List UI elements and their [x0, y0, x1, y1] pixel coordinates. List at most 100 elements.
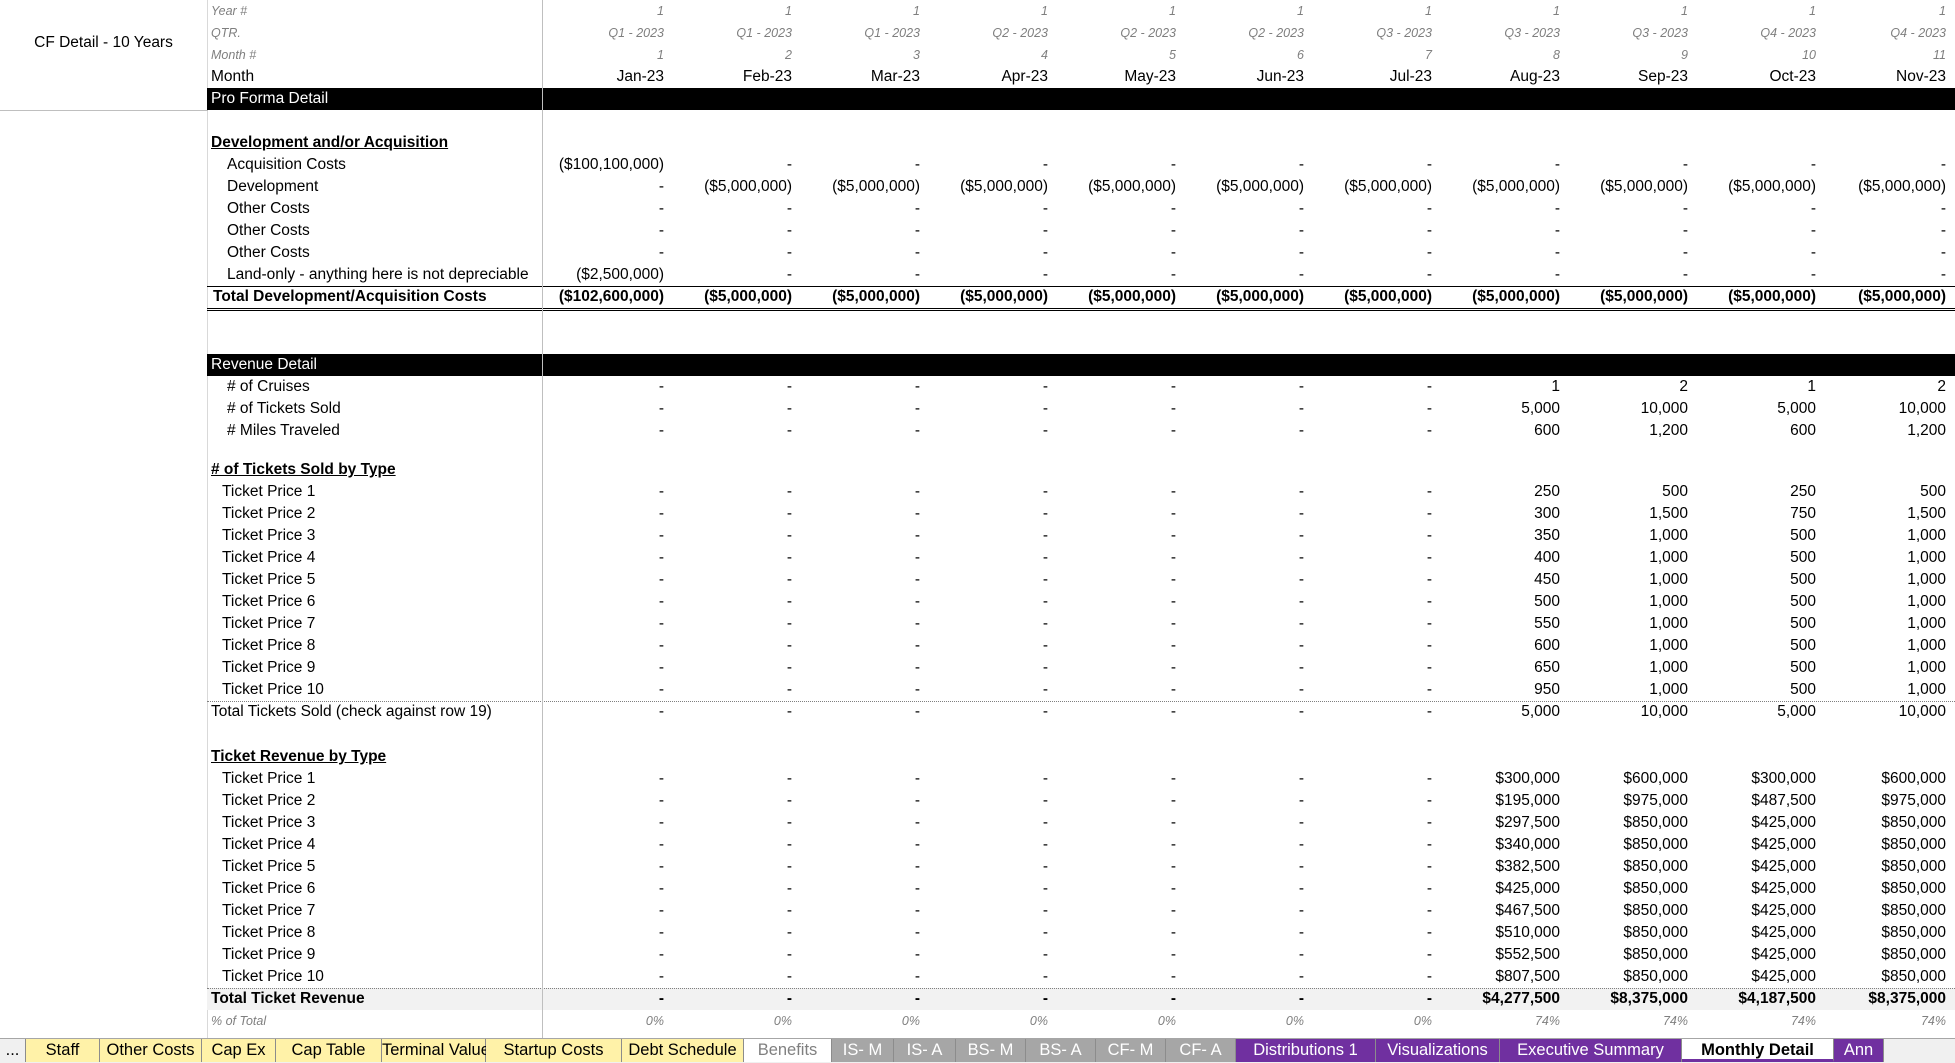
value-cell[interactable]: 10	[1692, 44, 1820, 66]
value-cell[interactable]: -	[1180, 154, 1308, 176]
value-cell[interactable]: Q1 - 2023	[796, 22, 924, 44]
value-cell[interactable]: $425,000	[1692, 944, 1820, 966]
tab-monthly-detail[interactable]: Monthly Detail	[1682, 1039, 1834, 1062]
row-label[interactable]: Other Costs	[209, 242, 541, 264]
value-cell[interactable]: 500	[1692, 613, 1820, 635]
value-cell[interactable]: -	[540, 591, 668, 613]
value-cell[interactable]: -	[924, 376, 1052, 398]
value-cell[interactable]: -	[1180, 220, 1308, 242]
value-cell[interactable]: -	[1052, 481, 1180, 503]
row-label[interactable]: Ticket Price 5	[209, 856, 541, 878]
value-cell[interactable]: -	[668, 154, 796, 176]
value-cell[interactable]: $975,000	[1564, 790, 1692, 812]
value-cell[interactable]: ($5,000,000)	[924, 286, 1052, 308]
value-cell[interactable]: 1	[668, 0, 796, 22]
value-cell[interactable]: 5,000	[1692, 701, 1820, 723]
value-cell[interactable]: -	[1052, 790, 1180, 812]
value-cell[interactable]: -	[1180, 481, 1308, 503]
value-cell[interactable]: 600	[1436, 635, 1564, 657]
value-cell[interactable]: -	[1052, 398, 1180, 420]
value-cell[interactable]: -	[924, 525, 1052, 547]
header-label[interactable]: Month #	[209, 44, 541, 66]
value-cell[interactable]: ($5,000,000)	[1564, 176, 1692, 198]
value-cell[interactable]: 300	[1436, 503, 1564, 525]
value-cell[interactable]: -	[1822, 154, 1950, 176]
value-cell[interactable]: 0%	[924, 1010, 1052, 1032]
value-cell[interactable]: -	[1436, 264, 1564, 286]
value-cell[interactable]: $425,000	[1692, 900, 1820, 922]
value-cell[interactable]: ($5,000,000)	[1822, 176, 1950, 198]
value-cell[interactable]: Aug-23	[1436, 66, 1564, 88]
value-cell[interactable]: -	[1052, 900, 1180, 922]
value-cell[interactable]: -	[1308, 657, 1436, 679]
value-cell[interactable]: -	[540, 701, 668, 723]
value-cell[interactable]: ($5,000,000)	[796, 286, 924, 308]
value-cell[interactable]: -	[796, 503, 924, 525]
value-cell[interactable]: 1	[1308, 0, 1436, 22]
value-cell[interactable]: Q3 - 2023	[1436, 22, 1564, 44]
row-label[interactable]: # of Cruises	[209, 376, 541, 398]
value-cell[interactable]: Jan-23	[540, 66, 668, 88]
value-cell[interactable]: ($5,000,000)	[1180, 176, 1308, 198]
value-cell[interactable]: $425,000	[1692, 856, 1820, 878]
row-label[interactable]: Acquisition Costs	[209, 154, 541, 176]
value-cell[interactable]: -	[540, 481, 668, 503]
value-cell[interactable]: -	[1436, 242, 1564, 264]
value-cell[interactable]: -	[1436, 198, 1564, 220]
value-cell[interactable]: 1	[540, 44, 668, 66]
value-cell[interactable]: 1,500	[1822, 503, 1950, 525]
value-cell[interactable]: -	[1180, 834, 1308, 856]
value-cell[interactable]: 2	[1564, 376, 1692, 398]
value-cell[interactable]: 500	[1692, 657, 1820, 679]
value-cell[interactable]: 1	[1564, 0, 1692, 22]
value-cell[interactable]: -	[1180, 878, 1308, 900]
value-cell[interactable]: -	[1052, 503, 1180, 525]
value-cell[interactable]: -	[1308, 420, 1436, 442]
value-cell[interactable]: Sep-23	[1564, 66, 1692, 88]
value-cell[interactable]: -	[796, 701, 924, 723]
value-cell[interactable]: -	[540, 569, 668, 591]
value-cell[interactable]: 500	[1822, 481, 1950, 503]
value-cell[interactable]: -	[1052, 878, 1180, 900]
value-cell[interactable]: -	[1052, 635, 1180, 657]
value-cell[interactable]: $425,000	[1436, 878, 1564, 900]
value-cell[interactable]: -	[1052, 420, 1180, 442]
value-cell[interactable]: -	[1180, 264, 1308, 286]
header-label[interactable]: QTR.	[209, 22, 541, 44]
value-cell[interactable]: 1,000	[1564, 635, 1692, 657]
value-cell[interactable]: $850,000	[1822, 878, 1950, 900]
value-cell[interactable]: -	[1180, 569, 1308, 591]
value-cell[interactable]: -	[924, 768, 1052, 790]
value-cell[interactable]: $850,000	[1564, 878, 1692, 900]
value-cell[interactable]: 1,500	[1564, 503, 1692, 525]
value-cell[interactable]: -	[924, 966, 1052, 988]
value-cell[interactable]: -	[1180, 922, 1308, 944]
value-cell[interactable]: Q1 - 2023	[668, 22, 796, 44]
value-cell[interactable]: 74%	[1436, 1010, 1564, 1032]
value-cell[interactable]: -	[924, 198, 1052, 220]
value-cell[interactable]: -	[1822, 242, 1950, 264]
value-cell[interactable]: -	[1052, 198, 1180, 220]
value-cell[interactable]: -	[1180, 591, 1308, 613]
value-cell[interactable]: -	[1308, 547, 1436, 569]
value-cell[interactable]: -	[796, 154, 924, 176]
value-cell[interactable]: 5,000	[1436, 398, 1564, 420]
tab-terminal-value[interactable]: Terminal Value	[382, 1039, 490, 1062]
value-cell[interactable]: -	[540, 657, 668, 679]
value-cell[interactable]: -	[796, 679, 924, 701]
value-cell[interactable]: -	[924, 613, 1052, 635]
value-cell[interactable]: -	[1180, 242, 1308, 264]
value-cell[interactable]: -	[924, 657, 1052, 679]
value-cell[interactable]: 350	[1436, 525, 1564, 547]
value-cell[interactable]: -	[1308, 701, 1436, 723]
value-cell[interactable]: -	[924, 420, 1052, 442]
value-cell[interactable]: -	[540, 922, 668, 944]
value-cell[interactable]: -	[540, 242, 668, 264]
value-cell[interactable]: 500	[1692, 591, 1820, 613]
value-cell[interactable]: -	[1052, 376, 1180, 398]
value-cell[interactable]: 7	[1308, 44, 1436, 66]
value-cell[interactable]: ($5,000,000)	[1052, 176, 1180, 198]
value-cell[interactable]: -	[1308, 613, 1436, 635]
value-cell[interactable]: Feb-23	[668, 66, 796, 88]
value-cell[interactable]: -	[1308, 679, 1436, 701]
